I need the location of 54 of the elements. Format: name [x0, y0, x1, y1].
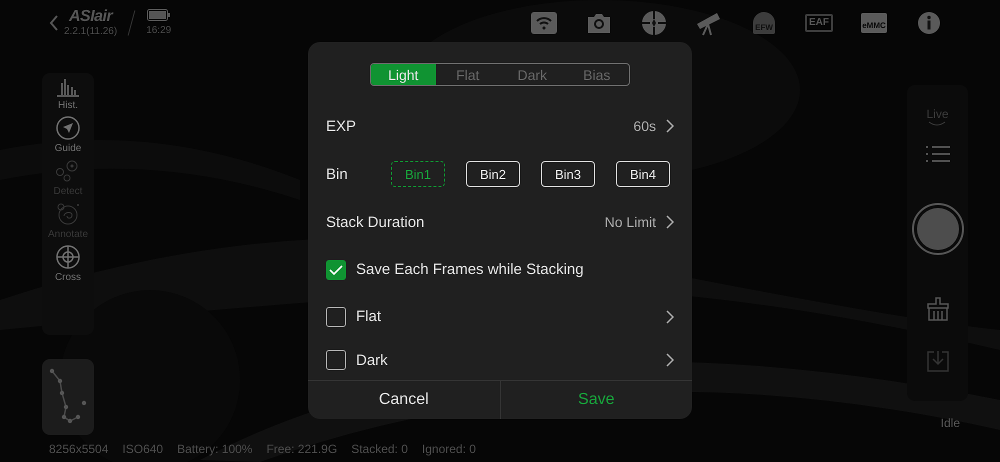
setting-label: Stack Duration	[326, 214, 424, 231]
save-button[interactable]: Save	[500, 381, 692, 419]
bin-button[interactable]: Bin4	[616, 161, 670, 188]
checkbox-label: Flat	[356, 308, 382, 326]
version-text: 2.2.1(11.26)	[64, 26, 118, 37]
bin-button[interactable]: Bin2	[466, 161, 520, 188]
galaxy-icon	[54, 202, 81, 226]
chevron-down-icon	[928, 121, 946, 127]
status-text: 8256x5504	[49, 442, 108, 456]
shutter-button[interactable]	[912, 203, 964, 255]
setting-label: EXP	[326, 118, 356, 135]
status-text: Idle	[940, 416, 960, 430]
tool-button[interactable]: Cross	[54, 245, 82, 283]
duration-value[interactable]: No Limit	[604, 214, 656, 230]
battery-icon	[146, 9, 171, 21]
setting-label: Bin	[326, 166, 348, 183]
histogram-icon	[56, 77, 80, 97]
checkbox[interactable]	[326, 350, 346, 370]
frame-type-tab[interactable]: Light	[371, 64, 436, 86]
checkbox[interactable]	[326, 306, 346, 327]
status-text: Battery: 100%	[177, 442, 252, 456]
bin-button[interactable]: Bin1	[391, 161, 445, 188]
status-text: Free: 221.9G	[266, 442, 338, 456]
tool-button[interactable]: Hist.	[56, 77, 80, 111]
checkmark-icon	[329, 264, 343, 275]
constellation-map[interactable]	[42, 359, 94, 435]
frame-type-tab[interactable]: Bias	[564, 64, 629, 86]
frame-type-tab[interactable]: Dark	[500, 64, 564, 86]
list-icon[interactable]	[926, 145, 950, 163]
status-text: Ignored: 0	[422, 442, 476, 456]
chevron-icon	[666, 215, 674, 230]
frame-type-tab[interactable]: Flat	[436, 64, 500, 86]
cancel-button[interactable]: Cancel	[308, 381, 500, 419]
app-logo: ASIair	[68, 8, 112, 26]
checkbox-label: Save Each Frames while Stacking	[356, 261, 584, 278]
clock-time: 16:29	[146, 25, 172, 36]
chevron-icon	[666, 353, 674, 368]
info-icon[interactable]	[915, 10, 943, 36]
crosshair-icon[interactable]	[640, 10, 668, 36]
navigation-icon	[56, 116, 80, 140]
tool-button[interactable]: Guide	[54, 116, 82, 154]
wifi-icon[interactable]	[530, 10, 558, 36]
chevron-icon	[666, 119, 674, 134]
checkbox[interactable]	[326, 260, 346, 280]
checkbox-label: Dark	[356, 352, 388, 369]
back-icon[interactable]	[48, 14, 60, 32]
status-text: ISO640	[122, 442, 164, 456]
status-text: Stacked: 0	[351, 442, 408, 456]
crosshair-icon	[56, 245, 80, 269]
brush-icon[interactable]	[926, 297, 950, 321]
download-icon[interactable]	[926, 349, 950, 373]
bin-button[interactable]: Bin3	[541, 161, 595, 188]
chevron-icon	[666, 310, 674, 324]
exposure-value[interactable]: 60s	[633, 118, 656, 134]
